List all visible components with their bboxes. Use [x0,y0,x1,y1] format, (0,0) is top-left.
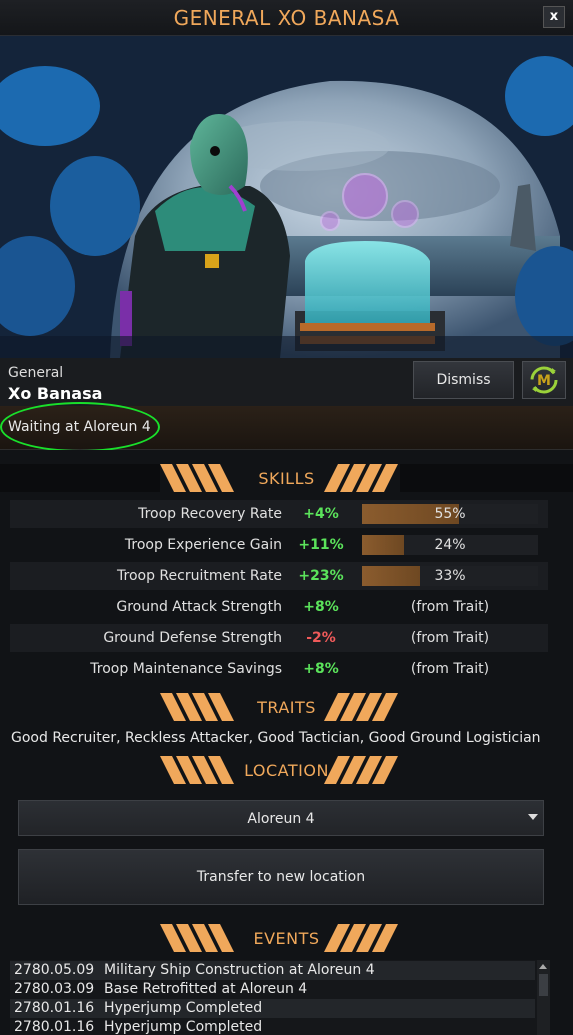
event-description: Hyperjump Completed [104,1019,263,1035]
location-heading: LOCATION [0,756,573,784]
events-scrollbar[interactable] [537,960,550,1035]
scroll-up-icon[interactable] [539,964,547,969]
event-date: 2780.01.16 [14,1000,95,1016]
status-highlight-ring [0,402,160,452]
skill-row: Troop Recruitment Rate +23% 33% [10,562,548,590]
event-date: 2780.03.09 [14,981,95,997]
general-role: General [8,365,64,381]
skill-label: Troop Experience Gain [124,537,282,553]
event-date: 2780.05.09 [14,962,95,978]
events-list[interactable]: 2780.05.09 Military Ship Construction at … [10,960,550,1035]
skill-bonus: +8% [303,599,339,615]
svg-text:M: M [537,373,551,389]
skill-bonus: +23% [298,568,344,584]
skill-bonus: -2% [306,630,336,646]
location-heading-label: LOCATION [244,761,329,780]
skill-value: (from Trait) [410,599,490,615]
skill-label: Troop Maintenance Savings [90,661,282,677]
scroll-thumb[interactable] [539,974,548,996]
skill-row: Troop Maintenance Savings +8% (from Trait) [10,655,548,683]
skill-value: (from Trait) [410,630,490,646]
automate-button[interactable]: M [522,361,566,399]
event-row[interactable]: 2780.05.09 Military Ship Construction at … [10,961,535,980]
event-row[interactable]: 2780.01.16 Hyperjump Completed [10,999,535,1018]
skill-value: (from Trait) [410,661,490,677]
traits-list: Good Recruiter, Reckless Attacker, Good … [11,730,541,746]
skill-label: Ground Attack Strength [116,599,282,615]
skills-heading-label: SKILLS [258,469,315,488]
skill-bonus: +11% [298,537,344,553]
skill-value: 24% [434,537,466,553]
skills-heading: SKILLS [0,464,573,492]
skill-value: 33% [434,568,466,584]
skill-row: Troop Experience Gain +11% 24% [10,531,548,559]
event-description: Military Ship Construction at Aloreun 4 [104,962,375,978]
event-row[interactable]: 2780.03.09 Base Retrofitted at Aloreun 4 [10,980,535,999]
location-dropdown-value: Aloreun 4 [247,811,315,827]
event-date: 2780.01.16 [14,1019,95,1035]
skill-bonus: +4% [303,506,339,522]
dismiss-button[interactable]: Dismiss [413,361,514,399]
traits-heading-label: TRAITS [257,698,316,717]
event-description: Hyperjump Completed [104,1000,263,1016]
skill-value: 55% [434,506,466,522]
title-bar: GENERAL XO BANASA x [0,0,573,36]
general-portrait [0,36,573,358]
skill-row: Ground Defense Strength -2% (from Trait) [10,624,548,652]
transfer-location-button[interactable]: Transfer to new location [18,849,544,905]
close-button[interactable]: x [543,6,565,28]
skill-row: Troop Recovery Rate +4% 55% [10,500,548,528]
chevron-down-icon [528,814,538,820]
events-heading-label: EVENTS [253,929,320,948]
event-row[interactable]: 2780.01.16 Hyperjump Completed [10,1018,535,1035]
window-title: GENERAL XO BANASA [173,6,400,30]
skill-label: Ground Defense Strength [103,630,282,646]
skill-row: Ground Attack Strength +8% (from Trait) [10,593,548,621]
general-name: Xo Banasa [8,384,103,403]
traits-heading: TRAITS [0,693,573,721]
location-dropdown[interactable]: Aloreun 4 [18,800,544,836]
event-description: Base Retrofitted at Aloreun 4 [104,981,308,997]
skill-label: Troop Recovery Rate [138,506,282,522]
events-heading: EVENTS [0,924,573,952]
automate-m-icon: M [530,366,558,394]
skill-label: Troop Recruitment Rate [117,568,282,584]
skill-bonus: +8% [303,661,339,677]
